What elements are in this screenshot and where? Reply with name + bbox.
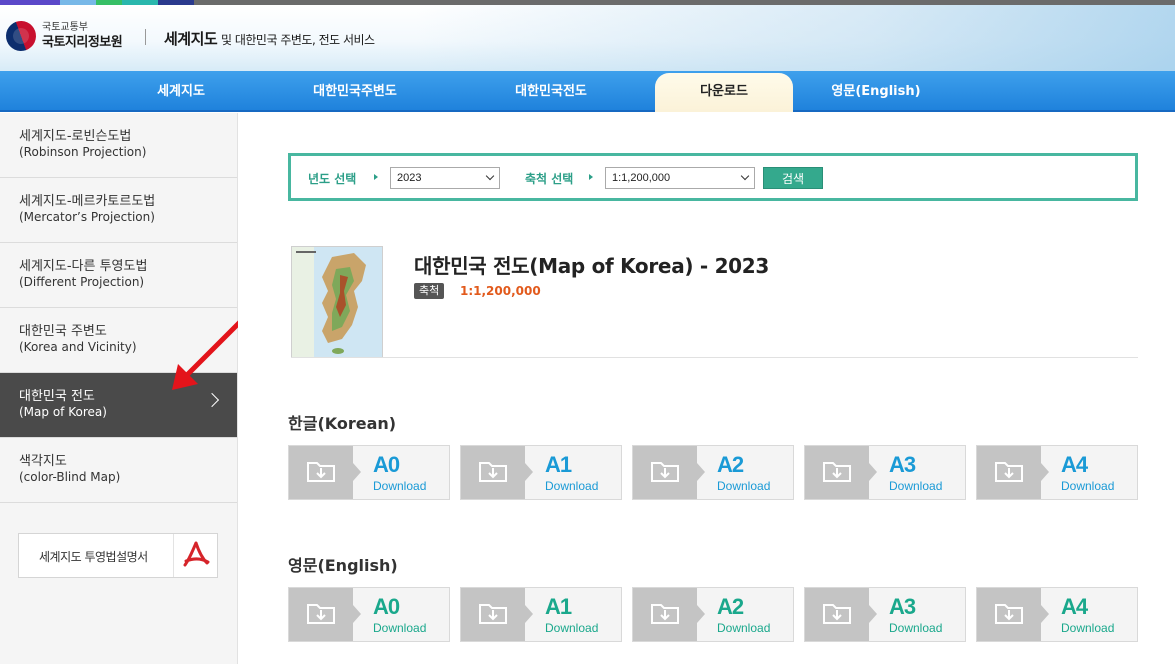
download-label: Download	[1061, 621, 1115, 635]
service-title[interactable]: 세계지도	[164, 28, 218, 49]
map-title: 대한민국 전도(Map of Korea) - 2023	[414, 254, 770, 278]
site-header: 국토교통부 국토지리정보원 세계지도 및 대한민국 주변도, 전도 서비스	[0, 5, 1175, 71]
sidebar-item-robinson[interactable]: 세계지도-로빈슨도법 (Robinson Projection)	[0, 113, 237, 178]
projection-manual-button[interactable]: 세계지도 투영법설명서	[18, 533, 218, 578]
download-label: Download	[889, 479, 943, 493]
org-name[interactable]: 국토지리정보원	[42, 31, 123, 50]
scale-select[interactable]: 1:1,200,000	[605, 167, 755, 189]
projection-manual-label: 세계지도 투영법설명서	[39, 550, 148, 564]
paper-size: A2	[717, 452, 744, 477]
paper-size: A3	[889, 452, 916, 477]
sidebar-item-mercator[interactable]: 세계지도-메르카토르도법 (Mercator’s Projection)	[0, 178, 237, 243]
header-divider	[145, 29, 146, 45]
year-select-label: 년도 선택	[308, 172, 357, 186]
sidebar-item-color-blind[interactable]: 색각지도 (color-Blind Map)	[0, 438, 237, 503]
download-label: Download	[717, 621, 771, 635]
nav-world-map[interactable]: 세계지도	[120, 71, 242, 112]
scale-badge: 축척	[414, 283, 445, 299]
download-korean-a3[interactable]: A3 Download	[804, 445, 966, 500]
main-content: 년도 선택 2023 축척 선택 1:1,200,000 검색 대한민국 전도(…	[238, 113, 1175, 664]
download-label: Download	[545, 479, 599, 493]
search-button[interactable]: 검색	[763, 167, 823, 189]
paper-size: A3	[889, 594, 916, 619]
korean-section-title: 한글(Korean)	[288, 414, 397, 433]
sidebar-item-different-projection[interactable]: 세계지도-다른 투영도법 (Different Projection)	[0, 243, 237, 308]
download-label: Download	[1061, 479, 1115, 493]
government-emblem-icon[interactable]	[1, 16, 41, 56]
map-thumbnail[interactable]	[291, 246, 383, 358]
paper-size: A2	[717, 594, 744, 619]
scale-value: 1:1,200,000	[460, 284, 541, 298]
triangle-right-icon	[374, 174, 378, 180]
paper-size: A4	[1061, 452, 1088, 477]
download-korean-a2[interactable]: A2 Download	[632, 445, 794, 500]
paper-size: A0	[373, 594, 400, 619]
chevron-down-icon	[740, 171, 750, 181]
download-label: Download	[889, 621, 943, 635]
nav-korea-map[interactable]: 대한민국전도	[485, 71, 617, 112]
search-panel: 년도 선택 2023 축척 선택 1:1,200,000 검색	[288, 153, 1138, 201]
chevron-down-icon	[485, 171, 495, 181]
scale-select-label: 축척 선택	[525, 172, 574, 186]
pdf-icon	[173, 534, 217, 577]
download-label: Download	[373, 479, 427, 493]
download-label: Download	[545, 621, 599, 635]
download-english-a0[interactable]: A0 Download	[288, 587, 450, 642]
nav-korea-vicinity[interactable]: 대한민국주변도	[285, 71, 425, 112]
download-korean-a1[interactable]: A1 Download	[460, 445, 622, 500]
section-divider	[291, 357, 1138, 358]
download-label: Download	[373, 621, 427, 635]
main-nav: 세계지도 대한민국주변도 대한민국전도 다운로드 영문(English)	[0, 71, 1175, 112]
paper-size: A1	[545, 594, 572, 619]
paper-size: A1	[545, 452, 572, 477]
paper-size: A4	[1061, 594, 1088, 619]
year-select[interactable]: 2023	[390, 167, 500, 189]
nav-download[interactable]: 다운로드	[655, 73, 793, 112]
download-korean-a4[interactable]: A4 Download	[976, 445, 1138, 500]
download-english-a4[interactable]: A4 Download	[976, 587, 1138, 642]
download-english-a1[interactable]: A1 Download	[460, 587, 622, 642]
nav-english[interactable]: 영문(English)	[812, 71, 940, 112]
download-korean-a0[interactable]: A0 Download	[288, 445, 450, 500]
english-section-title: 영문(English)	[288, 556, 398, 575]
download-english-a3[interactable]: A3 Download	[804, 587, 966, 642]
download-english-a2[interactable]: A2 Download	[632, 587, 794, 642]
service-subtitle: 및 대한민국 주변도, 전도 서비스	[221, 33, 375, 47]
download-label: Download	[717, 479, 771, 493]
triangle-right-icon	[589, 174, 593, 180]
paper-size: A0	[373, 452, 400, 477]
